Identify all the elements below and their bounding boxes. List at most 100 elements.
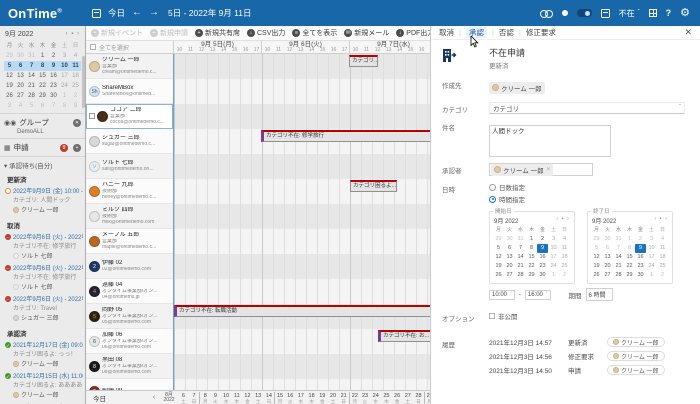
calendar-day[interactable]: 14 <box>613 253 624 262</box>
radio-icon[interactable] <box>489 196 496 203</box>
history-user-chip[interactable]: クリーム 一郎 <box>607 351 665 361</box>
calendar-day[interactable]: 28 <box>515 271 526 280</box>
calendar-day[interactable]: 17 <box>548 253 559 262</box>
calendar-day[interactable]: 18 <box>70 71 81 81</box>
calendar-day[interactable]: 20 <box>602 262 613 271</box>
footer-day[interactable]: 12金 <box>242 392 253 404</box>
calendar-day[interactable]: 24 <box>59 81 70 91</box>
calendar-day[interactable]: 3 <box>646 235 657 244</box>
calendar-day[interactable]: 24 <box>646 262 657 271</box>
member-row[interactable]: ココア 二郎 営業部 cocoa@ontimedemo.c... <box>86 104 173 129</box>
deny-button[interactable]: 否認 <box>499 27 514 38</box>
request-item[interactable]: ✓2021年12月15日 (水) 11:00 ... カテゴリ困るよ: ああああ… <box>4 370 83 401</box>
calendar-day[interactable]: 7 <box>613 244 624 253</box>
calendar-day[interactable]: 19 <box>493 262 504 271</box>
calendar-day[interactable]: 2 <box>537 235 548 244</box>
calendar-day[interactable]: 20 <box>504 262 515 271</box>
calendar-day[interactable]: 2 <box>559 271 570 280</box>
today-button[interactable]: 今日 <box>108 7 125 19</box>
calendar-day[interactable]: 29 <box>37 91 48 101</box>
calendar-day[interactable]: 8 <box>526 244 537 253</box>
calendar-day[interactable]: 8 <box>624 244 635 253</box>
calendar-day[interactable]: 19 <box>591 262 602 271</box>
calendar-day[interactable]: 18 <box>657 253 668 262</box>
calendar-day[interactable]: 30 <box>635 271 646 280</box>
calendar-day[interactable]: 10 <box>646 244 657 253</box>
calendar-day[interactable]: 25 <box>70 81 81 91</box>
remove-icon[interactable]: × <box>547 167 551 173</box>
calendar-day[interactable]: 31 <box>515 235 526 244</box>
toolbar-button[interactable]: +新規申請 <box>150 28 188 38</box>
calendar-day[interactable]: 30 <box>15 51 26 61</box>
calendar-nav[interactable]: ‹ ▪ › <box>556 216 570 225</box>
radio-time[interactable]: 時間指定 <box>489 194 692 204</box>
calendar-day[interactable]: 21 <box>613 262 624 271</box>
request-item[interactable]: –2022年9月6日 (火) - 2022年9... カテゴリ: Travel … <box>4 293 83 324</box>
calendar-day[interactable]: 2 <box>70 91 81 101</box>
calendar-day[interactable]: 26 <box>4 91 15 101</box>
member-row[interactable]: 5 岡野 05 オンタイム事業部\オン... 05@ontimedemo.com <box>86 304 173 329</box>
calendar-day[interactable]: 16 <box>48 71 59 81</box>
calendar-day[interactable]: 10 <box>59 61 70 71</box>
calendar-day[interactable]: 9 <box>48 61 59 71</box>
footer-prev-button[interactable]: ‹ <box>148 394 160 401</box>
calendar-day[interactable]: 30 <box>537 271 548 280</box>
calendar-day[interactable]: 12 <box>591 253 602 262</box>
calendar-day[interactable]: 5 <box>591 244 602 253</box>
member-row[interactable]: 8 黒田 08 オンタイム事業部\オン... 08@ontimedemo.com <box>86 354 173 379</box>
calendar-day[interactable]: 13 <box>602 253 613 262</box>
footer-day[interactable]: 22月 <box>349 392 360 404</box>
footer-day[interactable]: 23火 <box>360 392 371 404</box>
footer-today-button[interactable]: 今日 <box>86 393 148 403</box>
calendar-day[interactable]: 1 <box>646 271 657 280</box>
calendar-day[interactable]: 22 <box>624 262 635 271</box>
footer-day[interactable]: 18木 <box>306 392 317 404</box>
calendar-day[interactable]: 21 <box>515 262 526 271</box>
calendar-day[interactable]: 26 <box>591 271 602 280</box>
calendar-day[interactable]: 16 <box>537 253 548 262</box>
select-all[interactable]: 全てを選択 <box>86 41 174 53</box>
calendar-day[interactable]: 9 <box>70 101 81 111</box>
request-filter[interactable]: ▾ 承認待ち(自分) <box>0 157 85 170</box>
calendar-day[interactable]: 18 <box>559 253 570 262</box>
created-for-chip[interactable]: クリーム 一郎 <box>489 82 545 94</box>
approver-chip[interactable]: クリーム 一郎× <box>491 164 553 176</box>
footer-day[interactable]: 28日 <box>413 392 424 404</box>
schedule-event[interactable]: カテゴリ困るよ... <box>350 180 397 192</box>
calendar-day[interactable]: 3 <box>4 101 15 111</box>
calendar-day[interactable]: 17 <box>59 71 70 81</box>
calendar-day[interactable]: 11 <box>70 61 81 71</box>
find-user-icon[interactable] <box>540 10 553 17</box>
calendar-day[interactable]: 3 <box>59 51 70 61</box>
private-option[interactable]: 非公開 <box>489 311 692 321</box>
calendar-day[interactable]: 11 <box>657 244 668 253</box>
status-dropdown[interactable]: 不在ˇ <box>619 8 640 19</box>
member-row[interactable]: メープル 五郎 営業部 maple@ontimedemo.c... <box>86 229 173 254</box>
toolbar-button[interactable]: ↓PDF出力 <box>396 28 430 38</box>
calendar-day[interactable]: 22 <box>37 81 48 91</box>
member-row[interactable]: 6 加藤 06 オンタイム事業部\オン... 06@ontimedemo.com <box>86 329 173 354</box>
calendar-day[interactable]: 27 <box>15 91 26 101</box>
calendar-day[interactable]: 27 <box>602 271 613 280</box>
legend-grid-icon[interactable] <box>649 9 657 17</box>
calendar-day[interactable]: 28 <box>26 91 37 101</box>
footer-day[interactable]: 20土 <box>328 392 339 404</box>
calendar-day[interactable]: 30 <box>48 91 59 101</box>
history-user-chip[interactable]: クリーム 一郎 <box>607 365 665 375</box>
next-week-button[interactable]: → <box>149 8 159 18</box>
calendar-day[interactable]: 29 <box>493 235 504 244</box>
request-fix-button[interactable]: 修正要求 <box>526 27 556 38</box>
calendar-day[interactable]: 21 <box>26 81 37 91</box>
mini-calendar-nav[interactable]: ‹ ▪ › <box>66 31 80 37</box>
calendar-day[interactable]: 1 <box>548 271 559 280</box>
duration-select[interactable]: 6 時間ˇ <box>586 288 614 301</box>
end-time-select[interactable]: 16:00ˇ <box>525 290 551 300</box>
schedule-event[interactable]: カテゴリ... <box>349 55 378 67</box>
calendar-day[interactable]: 26 <box>493 271 504 280</box>
calendar-day[interactable]: 12 <box>4 71 15 81</box>
footer-day[interactable]: 24水 <box>370 392 381 404</box>
footer-day[interactable]: 14日 <box>264 392 275 404</box>
calendar-day[interactable]: 4 <box>70 51 81 61</box>
date-range[interactable]: 5日 - 2022年 9月 11日 <box>168 7 251 19</box>
calendar-day[interactable]: 27 <box>504 271 515 280</box>
